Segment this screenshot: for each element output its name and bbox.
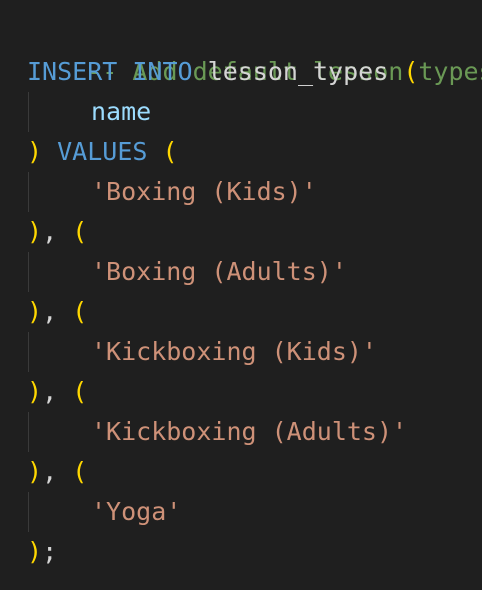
code-line-8: ), ( (27, 292, 87, 332)
code-line-10: ), ( (27, 372, 87, 412)
comma: , (42, 457, 58, 486)
code-line-13: 'Yoga' (27, 492, 181, 532)
code-editor[interactable]: -- Add default lesson types INSERT INTO … (0, 0, 482, 590)
open-paren: ( (403, 57, 419, 86)
code-line-12: ), ( (27, 452, 87, 492)
open-paren: ( (162, 137, 178, 166)
code-line-2: INSERT INTO lesson_types ( (27, 52, 418, 92)
comma: , (42, 297, 58, 326)
code-line-1: -- Add default lesson types (27, 12, 482, 86)
close-paren: ) (27, 137, 43, 166)
open-paren: ( (72, 217, 88, 246)
close-paren: ) (27, 297, 43, 326)
table-name: lesson_types (207, 57, 389, 86)
open-paren: ( (72, 457, 88, 486)
value-string: 'Kickboxing (Adults)' (91, 417, 408, 446)
code-line-3: name (27, 92, 151, 132)
open-paren: ( (72, 377, 88, 406)
code-line-9: 'Kickboxing (Kids)' (27, 332, 377, 372)
code-line-6: ), ( (27, 212, 87, 252)
value-string: 'Kickboxing (Kids)' (91, 337, 377, 366)
close-paren: ) (27, 537, 43, 566)
value-string: 'Boxing (Adults)' (91, 257, 347, 286)
code-line-11: 'Kickboxing (Adults)' (27, 412, 407, 452)
values-keyword: VALUES (57, 137, 148, 166)
column-name: name (91, 97, 152, 126)
close-paren: ) (27, 457, 43, 486)
code-line-5: 'Boxing (Kids)' (27, 172, 317, 212)
code-line-4: ) VALUES ( (27, 132, 178, 172)
insert-keyword: INSERT INTO (27, 57, 193, 86)
value-string: 'Boxing (Kids)' (91, 177, 317, 206)
code-line-7: 'Boxing (Adults)' (27, 252, 347, 292)
open-paren: ( (72, 297, 88, 326)
code-line-14: ); (27, 532, 57, 572)
comma: , (42, 377, 58, 406)
close-paren: ) (27, 377, 43, 406)
comma: , (42, 217, 58, 246)
value-string: 'Yoga' (91, 497, 182, 526)
close-paren: ) (27, 217, 43, 246)
semicolon: ; (42, 537, 58, 566)
